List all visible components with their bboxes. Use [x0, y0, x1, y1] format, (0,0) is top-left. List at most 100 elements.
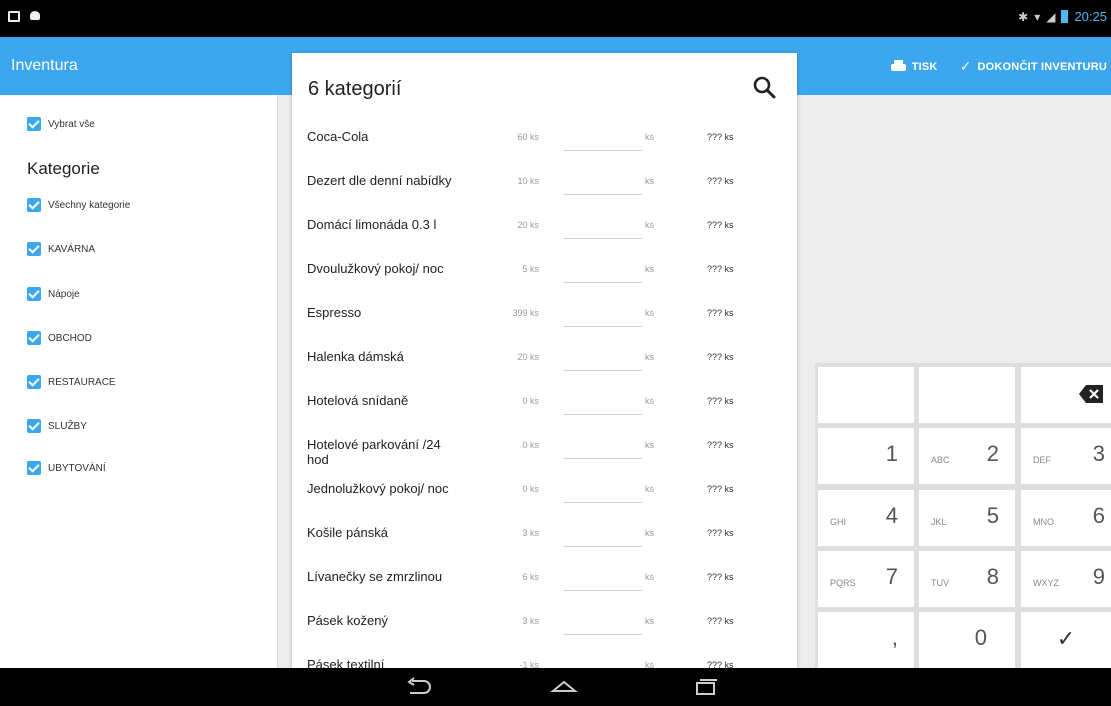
difference-value: ??? ks: [707, 484, 734, 494]
expected-quantity: 20 ks: [517, 220, 539, 230]
keypad-comma-key[interactable]: ,: [818, 612, 914, 668]
unit-label: ks: [645, 484, 654, 494]
counted-quantity-input[interactable]: [564, 435, 642, 459]
back-icon[interactable]: [404, 677, 434, 697]
key-digit: 0: [974, 625, 987, 650]
counted-quantity-input[interactable]: [564, 303, 642, 327]
battery-icon: [1061, 10, 1069, 23]
keypad-key-2[interactable]: ABC 2: [919, 428, 1015, 484]
keypad-key-5[interactable]: JKL 5: [919, 490, 1015, 546]
keypad-blank-key: [919, 367, 1015, 423]
key-digit: 4: [885, 503, 898, 528]
counted-quantity-input[interactable]: [564, 523, 642, 547]
finish-inventory-label: DOKONČIT INVENTURU: [977, 60, 1107, 73]
app-notification-icon: [30, 11, 40, 20]
difference-value: ??? ks: [707, 264, 734, 274]
recents-icon[interactable]: [690, 677, 720, 697]
counted-quantity-input[interactable]: [564, 347, 642, 371]
keypad-key-8[interactable]: TUV 8: [919, 551, 1015, 607]
keypad-confirm-key[interactable]: ✓: [1021, 612, 1111, 668]
category-sidebar: Vybrat vše Kategorie Všechny kategorie K…: [0, 95, 278, 668]
counted-quantity-input[interactable]: [564, 215, 642, 239]
difference-value: ??? ks: [707, 176, 734, 186]
home-icon[interactable]: [549, 677, 579, 697]
checkbox-checked-icon: [27, 461, 41, 475]
table-row: Hotelová snídaně 0 ks ks ??? ks: [292, 391, 797, 435]
status-indicators: ✱ ▾ ◢ 20:25: [1018, 9, 1107, 24]
print-icon: [890, 60, 906, 73]
select-all-label: Vybrat vše: [48, 118, 95, 130]
category-checkbox-napoje[interactable]: Nápoje: [27, 287, 80, 301]
difference-value: ??? ks: [707, 132, 734, 142]
app-bar-actions: TISK ✓ DOKONČIT INVENTURU: [890, 58, 1107, 75]
unit-label: ks: [645, 132, 654, 142]
print-button[interactable]: TISK: [890, 60, 938, 73]
expected-quantity: 3 ks: [522, 616, 539, 626]
keypad-key-1[interactable]: 1: [818, 428, 914, 484]
category-checkbox-kavarna[interactable]: KAVÁRNA: [27, 242, 95, 256]
expected-quantity: 0 ks: [522, 396, 539, 406]
difference-value: ??? ks: [707, 308, 734, 318]
table-row: Domácí limonáda 0.3 l 20 ks ks ??? ks: [292, 215, 797, 259]
keypad-key-7[interactable]: PQRS 7: [818, 551, 914, 607]
category-label: UBYTOVÁNÍ: [48, 462, 106, 474]
difference-value: ??? ks: [707, 440, 734, 450]
keypad-blank-key: [818, 367, 914, 423]
counted-quantity-input[interactable]: [564, 171, 642, 195]
category-checkbox-obchod[interactable]: OBCHOD: [27, 331, 92, 345]
keypad-key-9[interactable]: WXYZ 9: [1021, 551, 1111, 607]
status-notifications: [8, 11, 40, 22]
table-row: Espresso 399 ks ks ??? ks: [292, 303, 797, 347]
unit-label: ks: [645, 572, 654, 582]
key-digit: 3: [1092, 441, 1105, 466]
table-row: Hotelové parkování /24 hod 0 ks ks ??? k…: [292, 435, 797, 479]
signal-icon: ◢: [1046, 9, 1056, 24]
counted-quantity-input[interactable]: [564, 611, 642, 635]
checkbox-checked-icon: [27, 419, 41, 433]
keypad-key-0[interactable]: 0: [919, 612, 1015, 668]
checkbox-checked-icon: [27, 117, 41, 131]
unit-label: ks: [645, 176, 654, 186]
key-comma: ,: [891, 625, 898, 650]
backspace-key[interactable]: [1021, 367, 1111, 423]
keypad-key-6[interactable]: MNO 6: [1021, 490, 1111, 546]
keypad-key-4[interactable]: GHI 4: [818, 490, 914, 546]
counted-quantity-input[interactable]: [564, 391, 642, 415]
expected-quantity: 0 ks: [522, 440, 539, 450]
keypad-key-3[interactable]: DEF 3: [1021, 428, 1111, 484]
key-digit: 1: [885, 441, 898, 466]
difference-value: ??? ks: [707, 528, 734, 538]
key-letters: GHI: [830, 517, 847, 527]
product-name: Pásek kožený: [307, 613, 388, 628]
expected-quantity: 399 ks: [512, 308, 539, 318]
checkbox-checked-icon: [27, 287, 41, 301]
finish-inventory-button[interactable]: ✓ DOKONČIT INVENTURU: [960, 58, 1107, 75]
status-time: 20:25: [1074, 9, 1107, 24]
expected-quantity: 6 ks: [522, 572, 539, 582]
category-checkbox-all[interactable]: Všechny kategorie: [27, 198, 130, 212]
unit-label: ks: [645, 264, 654, 274]
category-checkbox-ubytovani[interactable]: UBYTOVÁNÍ: [27, 461, 106, 475]
key-letters: DEF: [1033, 455, 1051, 465]
key-digit: 8: [986, 564, 999, 589]
product-name: Coca-Cola: [307, 129, 369, 144]
counted-quantity-input[interactable]: [564, 127, 642, 151]
counted-quantity-input[interactable]: [564, 259, 642, 283]
expected-quantity: 0 ks: [522, 484, 539, 494]
select-all-checkbox[interactable]: Vybrat vše: [27, 117, 95, 131]
key-letters: JKL: [931, 517, 947, 527]
counted-quantity-input[interactable]: [564, 567, 642, 591]
expected-quantity: 10 ks: [517, 176, 539, 186]
numeric-keypad: 1 ABC 2 DEF 3 GHI 4 JKL 5 MNO 6 PQRS 7 T…: [815, 363, 1111, 668]
wifi-icon: ▾: [1034, 9, 1041, 24]
category-checkbox-restaurace[interactable]: RESTAURACE: [27, 375, 116, 389]
product-name: Dvoulužkový pokoj/ noc: [307, 261, 444, 276]
counted-quantity-input[interactable]: [564, 479, 642, 503]
expected-quantity: 60 ks: [517, 132, 539, 142]
search-icon[interactable]: [752, 75, 776, 99]
navigation-bar: [0, 668, 1111, 706]
product-name: Espresso: [307, 305, 362, 320]
category-checkbox-sluzby[interactable]: SLUŽBY: [27, 419, 87, 433]
card-title: 6 kategorií: [308, 78, 402, 100]
checkbox-checked-icon: [27, 331, 41, 345]
